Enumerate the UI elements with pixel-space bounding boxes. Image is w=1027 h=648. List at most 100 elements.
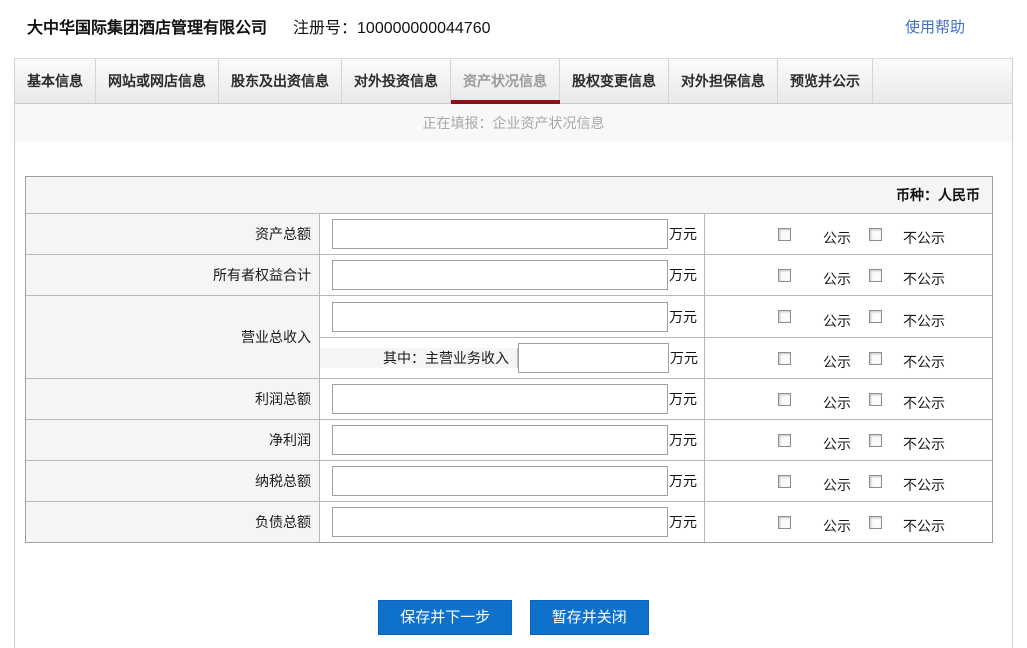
no-publish-label: 不公示 [903, 311, 945, 331]
input-cell: 万元 [320, 379, 705, 419]
publish-checkbox[interactable] [778, 393, 791, 406]
profit-total-input[interactable] [332, 384, 668, 414]
publish-checkbox[interactable] [778, 516, 791, 529]
publish-choice-cell: 公示 不公示 [705, 255, 992, 295]
no-publish-checkbox[interactable] [869, 516, 882, 529]
no-publish-label: 不公示 [903, 352, 945, 372]
revenue-subrows: 万元 公示 不公示 其中：主营业务收入 万元 [320, 296, 992, 378]
unit-label: 万元 [669, 389, 697, 409]
tab-basic-info[interactable]: 基本信息 [15, 59, 96, 103]
revenue-total-input[interactable] [332, 302, 668, 332]
no-publish-label: 不公示 [903, 393, 945, 413]
unit-label: 万元 [669, 224, 697, 244]
publish-checkbox[interactable] [778, 352, 791, 365]
tab-preview-publish[interactable]: 预览并公示 [778, 59, 873, 103]
row-label: 纳税总额 [26, 461, 320, 501]
row-label: 利润总额 [26, 379, 320, 419]
input-cell: 万元 [320, 461, 705, 501]
no-publish-label: 不公示 [903, 269, 945, 289]
no-publish-label: 不公示 [903, 475, 945, 495]
tab-outbound-investment-info[interactable]: 对外投资信息 [342, 59, 451, 103]
input-cell: 万元 [320, 214, 705, 254]
input-cell: 万元 [320, 502, 705, 542]
main-business-revenue-subrow: 其中：主营业务收入 万元 公示 不公示 [320, 337, 992, 378]
unit-label: 万元 [669, 307, 697, 327]
no-publish-checkbox[interactable] [869, 310, 882, 323]
row-label: 所有者权益合计 [26, 255, 320, 295]
sub-row-label: 其中：主营业务收入 [320, 348, 518, 368]
unit-label: 万元 [670, 348, 698, 368]
table-row: 净利润 万元 公示 不公示 [26, 419, 992, 460]
company-name: 大中华国际集团酒店管理有限公司 [27, 14, 267, 38]
no-publish-label: 不公示 [903, 228, 945, 248]
main-business-revenue-input[interactable] [518, 343, 669, 373]
table-row: 资产总额 万元 公示 不公示 [26, 213, 992, 254]
help-link[interactable]: 使用帮助 [905, 16, 965, 37]
no-publish-checkbox[interactable] [869, 475, 882, 488]
table-row-revenue: 营业总收入 万元 公示 不公示 其中：主营业务收 [26, 295, 992, 378]
registration-number: 注册号：100000000044760 [293, 14, 490, 38]
page-header: 大中华国际集团酒店管理有限公司 注册号：100000000044760 使用帮助 [0, 0, 1027, 58]
tab-website-info[interactable]: 网站或网店信息 [96, 59, 219, 103]
no-publish-checkbox[interactable] [869, 393, 882, 406]
publish-checkbox[interactable] [778, 228, 791, 241]
unit-label: 万元 [669, 430, 697, 450]
row-label: 资产总额 [26, 214, 320, 254]
tab-shareholder-info[interactable]: 股东及出资信息 [219, 59, 342, 103]
no-publish-checkbox[interactable] [869, 269, 882, 282]
publish-label: 公示 [823, 475, 851, 495]
input-cell: 万元 [320, 296, 705, 337]
no-publish-label: 不公示 [903, 434, 945, 454]
publish-label: 公示 [823, 393, 851, 413]
publish-label: 公示 [823, 516, 851, 536]
tab-equity-change-info[interactable]: 股权变更信息 [560, 59, 669, 103]
action-buttons: 保存并下一步 暂存并关闭 [15, 600, 1012, 635]
publish-choice-cell: 公示 不公示 [705, 214, 992, 254]
publish-label: 公示 [823, 352, 851, 372]
tax-total-input[interactable] [332, 466, 668, 496]
unit-label: 万元 [669, 265, 697, 285]
table-row: 利润总额 万元 公示 不公示 [26, 378, 992, 419]
table-row: 负债总额 万元 公示 不公示 [26, 501, 992, 542]
no-publish-checkbox[interactable] [869, 434, 882, 447]
unit-label: 万元 [669, 471, 697, 491]
publish-choice-cell: 公示 不公示 [705, 296, 992, 337]
publish-label: 公示 [823, 311, 851, 331]
net-profit-input[interactable] [332, 425, 668, 455]
publish-choice-cell: 公示 不公示 [705, 420, 992, 460]
unit-label: 万元 [669, 512, 697, 532]
publish-checkbox[interactable] [778, 310, 791, 323]
publish-choice-cell: 公示 不公示 [705, 502, 992, 542]
row-label: 净利润 [26, 420, 320, 460]
no-publish-label: 不公示 [903, 516, 945, 536]
publish-checkbox[interactable] [778, 434, 791, 447]
owner-equity-input[interactable] [332, 260, 668, 290]
table-row: 所有者权益合计 万元 公示 不公示 [26, 254, 992, 295]
asset-total-input[interactable] [332, 219, 668, 249]
publish-choice-cell: 公示 不公示 [705, 379, 992, 419]
no-publish-checkbox[interactable] [869, 228, 882, 241]
publish-label: 公示 [823, 434, 851, 454]
publish-label: 公示 [823, 269, 851, 289]
publish-checkbox[interactable] [778, 475, 791, 488]
input-cell: 万元 [320, 420, 705, 460]
page-body: 基本信息 网站或网店信息 股东及出资信息 对外投资信息 资产状况信息 股权变更信… [14, 58, 1013, 648]
table-row: 纳税总额 万元 公示 不公示 [26, 460, 992, 501]
tab-bar: 基本信息 网站或网店信息 股东及出资信息 对外投资信息 资产状况信息 股权变更信… [15, 58, 1012, 104]
input-cell: 万元 [320, 255, 705, 295]
publish-choice-cell: 公示 不公示 [705, 338, 992, 378]
debt-total-input[interactable] [332, 507, 668, 537]
save-and-close-button[interactable]: 暂存并关闭 [530, 600, 649, 635]
publish-label: 公示 [823, 228, 851, 248]
revenue-total-subrow: 万元 公示 不公示 [320, 296, 992, 337]
currency-header: 币种：人民币 [26, 177, 992, 213]
row-label: 负债总额 [26, 502, 320, 542]
tab-asset-status-info[interactable]: 资产状况信息 [451, 59, 560, 103]
tab-guarantee-info[interactable]: 对外担保信息 [669, 59, 778, 103]
no-publish-checkbox[interactable] [869, 352, 882, 365]
publish-choice-cell: 公示 不公示 [705, 461, 992, 501]
asset-form-table: 币种：人民币 资产总额 万元 公示 不公示 所有者权益合计 万元 [25, 176, 993, 543]
publish-checkbox[interactable] [778, 269, 791, 282]
status-bar: 正在填报：企业资产状况信息 [15, 104, 1012, 142]
save-and-next-button[interactable]: 保存并下一步 [378, 600, 512, 635]
